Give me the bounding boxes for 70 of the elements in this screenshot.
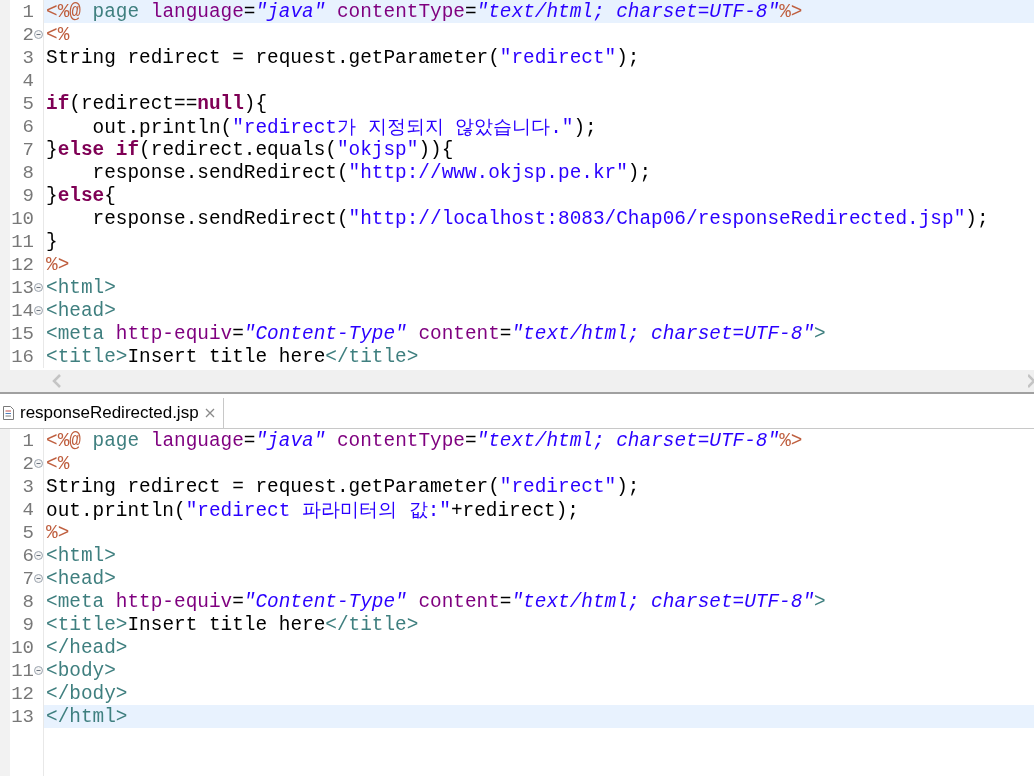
- line-number: 11: [10, 230, 34, 253]
- line-number: 7: [21, 567, 34, 590]
- collapse-icon[interactable]: [34, 283, 43, 292]
- line-number: 15: [10, 322, 34, 345]
- code-line: String redirect = request.getParameter("redirect");: [46, 46, 640, 69]
- code-line: <body>: [46, 659, 116, 682]
- line-number: 9: [21, 184, 34, 207]
- code-line: response.sendRedirect("http://localhost:8083/Chap06/responseRedirected.jsp");: [91, 207, 989, 230]
- code-line: }: [46, 230, 58, 253]
- code-line: <title>Insert title here</title>: [46, 345, 419, 368]
- line-number: 5: [21, 92, 34, 115]
- code-line: <%: [46, 452, 70, 475]
- code-line: <head>: [46, 299, 116, 322]
- line-number: 4: [21, 69, 34, 92]
- code-line: }else{: [46, 184, 116, 207]
- line-number: 13: [10, 705, 34, 728]
- line-number: 8: [21, 161, 34, 184]
- line-number: 1: [21, 429, 34, 452]
- line-number: 2: [21, 23, 34, 46]
- line-number: 6: [21, 544, 34, 567]
- line-number: 11: [10, 659, 34, 682]
- line-number: 14: [10, 299, 34, 322]
- line-number: 4: [21, 498, 34, 521]
- line-number: 10: [10, 636, 34, 659]
- file-icon: [3, 406, 14, 420]
- line-number: 1: [21, 0, 34, 23]
- code-line: String redirect = request.getParameter("redirect");: [46, 475, 640, 498]
- line-number: 13: [10, 276, 34, 299]
- line-number: 6: [21, 115, 34, 138]
- chevron-right-icon: [1028, 374, 1034, 388]
- code-line: <%@ page language="java" contentType="text/html; charset=UTF-8"%>: [46, 429, 803, 452]
- line-number: 12: [10, 682, 34, 705]
- code-line: </body>: [46, 682, 128, 705]
- line-number: 9: [21, 613, 34, 636]
- line-number: 10: [10, 207, 34, 230]
- code-line: %>: [46, 521, 70, 544]
- code-line: <meta http-equiv="Content-Type" content="text/html; charset=UTF-8">: [46, 322, 826, 345]
- chevron-left-icon: [52, 374, 62, 388]
- line-number: 2: [21, 452, 34, 475]
- collapse-icon[interactable]: [34, 306, 43, 315]
- code-line: </head>: [46, 636, 128, 659]
- code-line: out.println("redirect가 지정되지 않았습니다.");: [91, 116, 597, 140]
- line-number: 3: [21, 475, 34, 498]
- code-line: <title>Insert title here</title>: [46, 613, 419, 636]
- line-number: 16: [10, 345, 34, 368]
- line-number: 8: [21, 590, 34, 613]
- line-number: 12: [10, 253, 34, 276]
- editor-tab[interactable]: responseRedirected.jsp: [0, 398, 224, 428]
- collapse-icon[interactable]: [34, 551, 43, 560]
- code-line: %>: [46, 253, 70, 276]
- line-number: 5: [21, 521, 34, 544]
- line-number: 3: [21, 46, 34, 69]
- collapse-icon[interactable]: [34, 459, 43, 468]
- code-line: <meta http-equiv="Content-Type" content="text/html; charset=UTF-8">: [46, 590, 826, 613]
- collapse-icon[interactable]: [34, 30, 43, 39]
- code-line: </html>: [46, 705, 128, 728]
- collapse-icon[interactable]: [34, 666, 43, 675]
- code-line: <html>: [46, 276, 116, 299]
- collapse-icon[interactable]: [34, 574, 43, 583]
- code-line: }else if(redirect.equals("okjsp")){: [46, 138, 454, 161]
- code-line: <head>: [46, 567, 116, 590]
- close-icon[interactable]: [204, 408, 215, 418]
- horizontal-scrollbar[interactable]: [0, 370, 1034, 392]
- code-line: <html>: [46, 544, 116, 567]
- line-number: 7: [21, 138, 34, 161]
- code-line: <%@ page language="java" contentType="text/html; charset=UTF-8"%>: [46, 0, 803, 23]
- code-line: if(redirect==null){: [46, 92, 268, 115]
- code-line: <%: [46, 23, 70, 46]
- code-line: out.println("redirect 파라미터의 값:"+redirect);: [46, 499, 579, 523]
- code-line: response.sendRedirect("http://www.okjsp.pe.kr");: [91, 161, 652, 184]
